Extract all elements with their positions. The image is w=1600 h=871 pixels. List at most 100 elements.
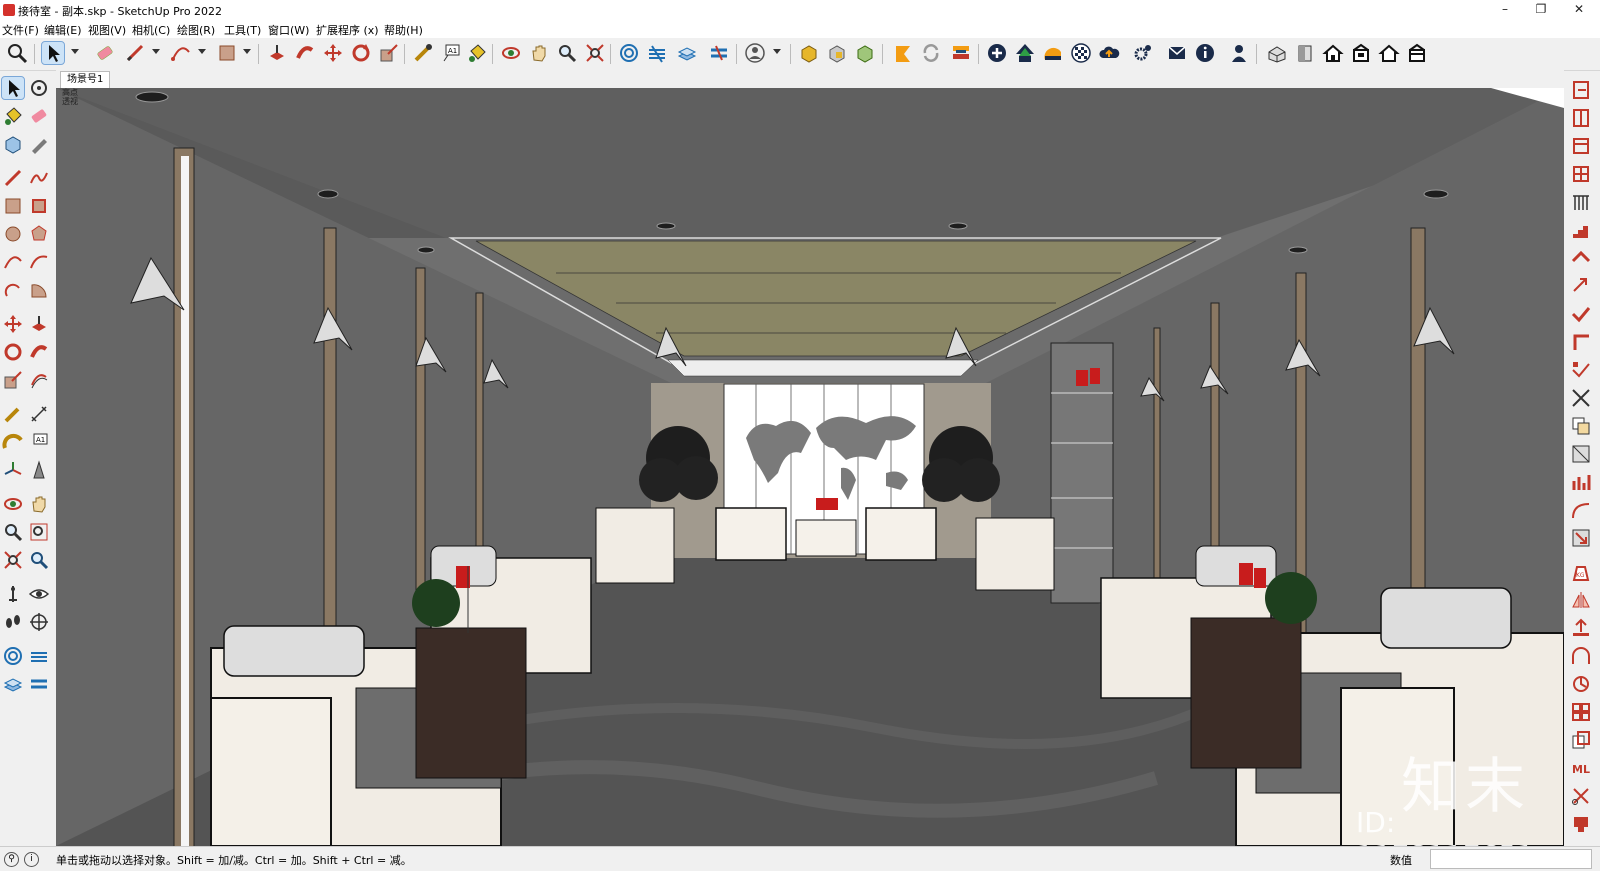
intersect-icon[interactable] [1570,387,1592,409]
freehand-icon[interactable] [28,167,50,189]
rotate-icon[interactable] [350,42,372,64]
chart-stripes-icon[interactable] [1042,42,1064,64]
zoom-window-icon[interactable] [28,521,50,543]
front-view-house-icon[interactable] [1322,42,1344,64]
transfer-arrows-icon[interactable] [950,42,972,64]
rotate-copy-icon[interactable] [1570,673,1592,695]
menu-window[interactable]: 窗口(W) [268,22,309,38]
orbit-icon[interactable] [500,42,522,64]
push-pull-icon[interactable] [28,313,50,335]
select-dropdown-arrow[interactable] [71,49,79,54]
copy-panel-icon[interactable] [1570,415,1592,437]
previous-view-icon[interactable] [28,549,50,571]
menu-view[interactable]: 视图(V) [88,22,126,38]
rotate-icon[interactable] [2,341,24,363]
eraser-icon[interactable] [28,105,50,127]
weight-kg-icon[interactable]: KG [1570,561,1592,583]
scissor-tool-icon[interactable] [1570,785,1592,807]
status-globe-icon[interactable]: ⚲ [4,852,19,867]
extension-warehouse-icon[interactable] [646,42,668,64]
pan-hand-icon[interactable] [528,42,550,64]
lift-up-icon[interactable] [1570,617,1592,639]
pie-icon[interactable] [28,279,50,301]
rectangle-shape-icon[interactable] [216,42,238,64]
scale-icon[interactable] [2,369,24,391]
railing-icon[interactable] [1570,191,1592,213]
select-tool-icon[interactable] [41,41,65,65]
wall-icon[interactable] [1570,107,1592,129]
curve-tool-icon[interactable] [1570,499,1592,521]
pan-icon[interactable] [28,493,50,515]
settings-gears-icon[interactable] [1132,42,1154,64]
warehouse-icon[interactable] [2,645,24,667]
plugin-orange-icon[interactable] [892,42,914,64]
menu-file[interactable]: 文件(F) [2,22,39,38]
scene-tab[interactable]: 场景号1 [60,71,111,88]
warehouse-icon[interactable] [618,42,640,64]
look-around-eye-icon[interactable] [28,583,50,605]
tag-tool-icon[interactable] [28,133,50,155]
zoom-extents-icon[interactable] [584,42,606,64]
orbit-icon[interactable] [2,493,24,515]
arc-icon[interactable] [170,42,192,64]
layout-send-icon[interactable] [2,673,24,695]
maximize-button[interactable]: ❐ [1524,0,1558,20]
arrow-down-right-icon[interactable] [1570,527,1592,549]
line-icon[interactable] [2,167,24,189]
angle-check-icon[interactable] [1570,359,1592,381]
cloud-upload-icon[interactable] [1098,42,1120,64]
back-view-icon[interactable] [1378,42,1400,64]
close-button[interactable]: ✕ [1562,0,1596,20]
user-account-icon[interactable] [744,42,766,64]
lasso-orbit-icon[interactable] [28,77,50,99]
tape-measure-icon[interactable] [2,403,24,425]
layout-send-icon[interactable] [676,42,698,64]
menu-edit[interactable]: 编辑(E) [44,22,82,38]
three-point-arc-icon[interactable] [2,279,24,301]
paint-bucket-icon[interactable] [466,42,488,64]
grid-panel-icon[interactable] [1570,163,1592,185]
add-plus-icon[interactable] [986,42,1008,64]
extension-warehouse-icon[interactable] [28,645,50,667]
tree-house-icon[interactable] [1014,42,1036,64]
protractor-icon[interactable] [2,431,24,453]
push-pull-icon[interactable] [266,42,288,64]
mirror-icon[interactable] [1570,589,1592,611]
polygon-icon[interactable] [28,223,50,245]
arch-tool-icon[interactable] [1570,645,1592,667]
arc-dropdown-arrow[interactable] [198,49,206,54]
duplicate-icon[interactable] [1570,729,1592,751]
search-icon[interactable] [6,42,28,64]
menu-tools[interactable]: 工具(T) [224,22,261,38]
3d-viewport[interactable]: 高点 透视 知末 ID: 1178117651 [56,88,1564,846]
roof-tool-icon[interactable] [1570,247,1592,269]
section-plane-icon[interactable] [28,611,50,633]
paint-bucket-icon[interactable] [2,105,24,127]
walk-footprints-icon[interactable] [2,611,24,633]
dimension-icon[interactable] [28,403,50,425]
window-frame-icon[interactable] [1570,135,1592,157]
right-view-icon[interactable] [1350,42,1372,64]
solid-tools-union-icon[interactable] [798,42,820,64]
export-door-icon[interactable] [1570,79,1592,101]
zoom-icon[interactable] [2,521,24,543]
info-icon[interactable] [1194,42,1216,64]
select-arrow-icon[interactable] [1,76,25,100]
status-info-icon[interactable]: i [24,852,39,867]
export-arrow-icon[interactable] [1570,275,1592,297]
menu-camera[interactable]: 相机(C) [132,22,170,38]
minimize-button[interactable]: – [1488,0,1522,20]
checker-sphere-icon[interactable] [1070,42,1092,64]
array-grid-icon[interactable] [1570,701,1592,723]
mail-envelope-icon[interactable] [1166,42,1188,64]
circle-icon[interactable] [2,223,24,245]
solid-tools-subtract-icon[interactable] [826,42,848,64]
follow-me-icon[interactable] [28,341,50,363]
scale-icon[interactable] [378,42,400,64]
checkmark-icon[interactable] [1570,303,1592,325]
corner-tool-icon[interactable] [1570,331,1592,353]
diagonal-box-icon[interactable] [1570,443,1592,465]
shape-dropdown-arrow[interactable] [243,49,251,54]
stairs-icon[interactable] [1570,219,1592,241]
pencil-line-icon[interactable] [124,42,146,64]
